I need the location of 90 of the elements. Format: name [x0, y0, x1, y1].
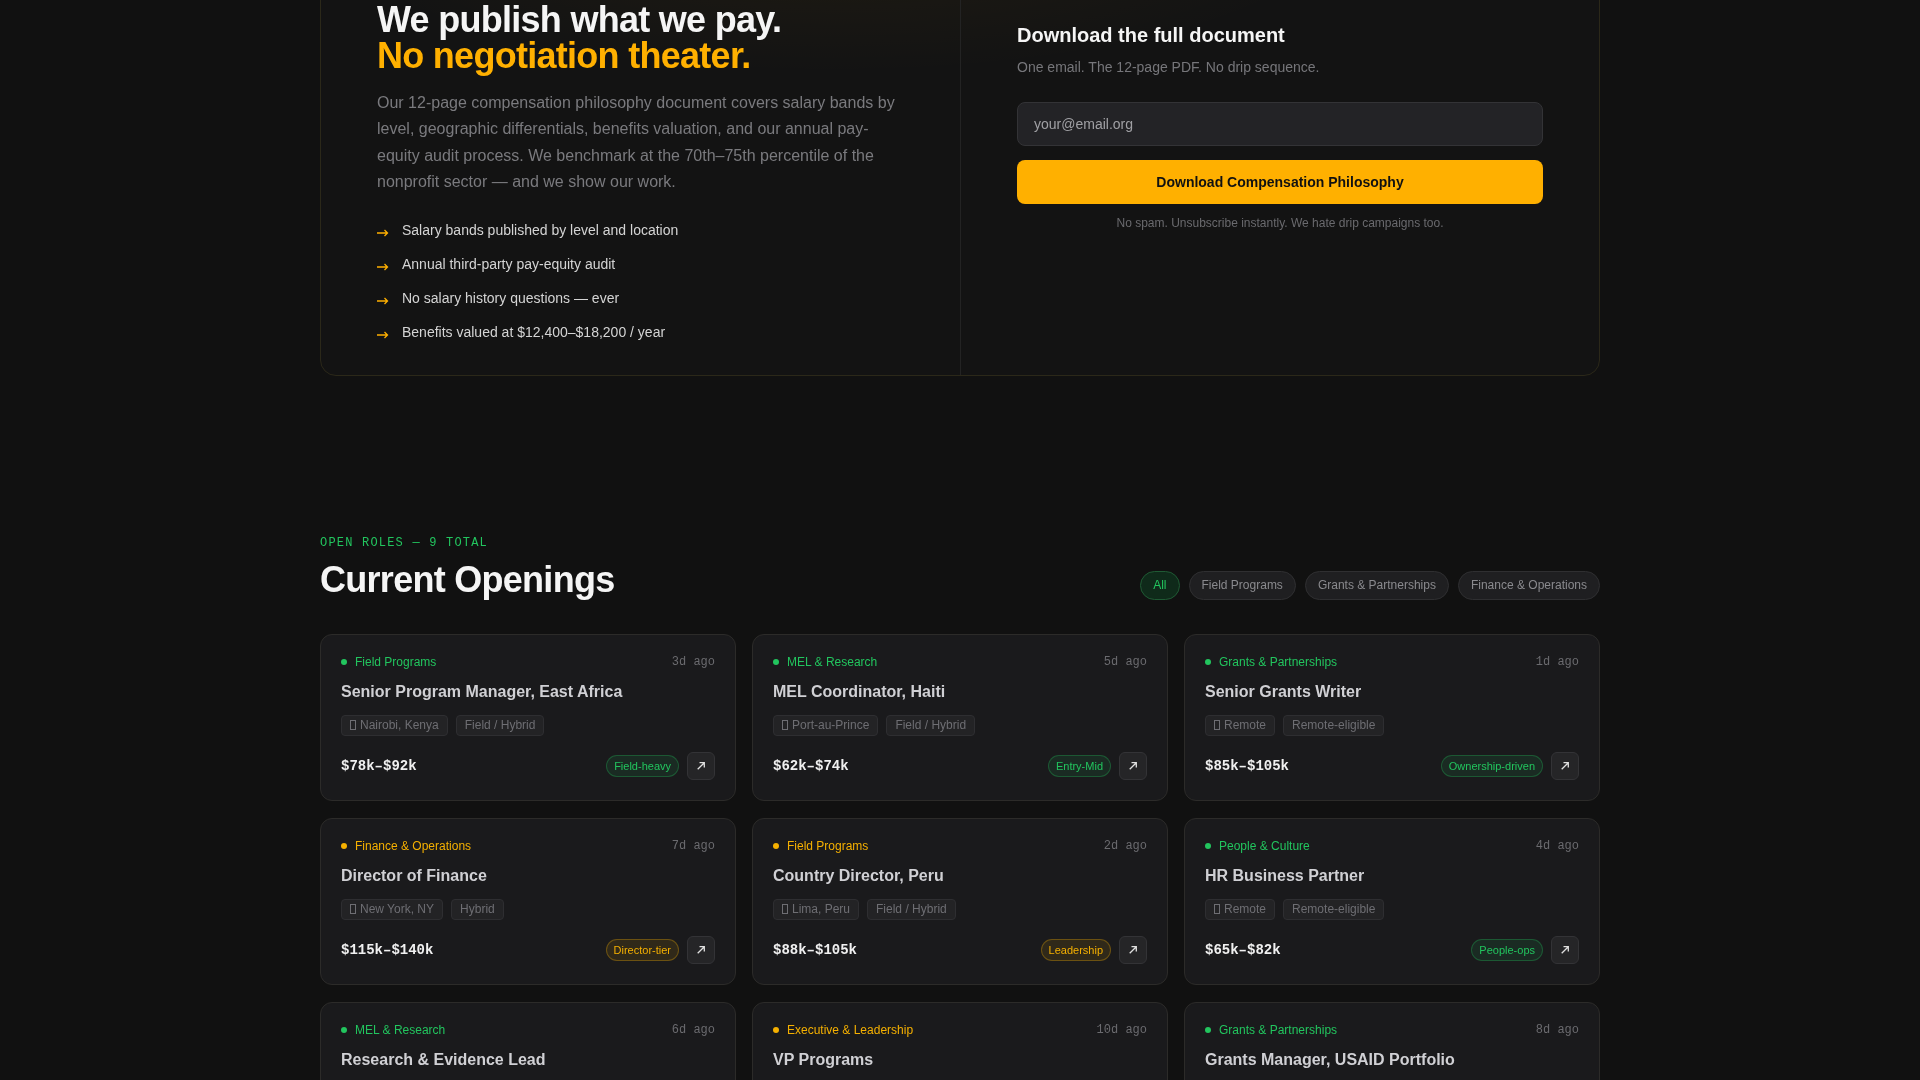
- location-label: Remote: [1224, 902, 1267, 917]
- location-label: New York, NY: [360, 902, 435, 917]
- salary-range: $88k–$105k: [773, 941, 857, 958]
- work-mode-tag: Hybrid: [451, 898, 504, 920]
- category-label: Grants & Partnerships: [1219, 1022, 1338, 1037]
- tier-badge: Leadership: [1040, 938, 1111, 961]
- category-label: Executive & Leadership: [787, 1022, 914, 1037]
- work-mode-tag: Remote-eligible: [1283, 714, 1385, 736]
- arrow-right-icon: [377, 262, 389, 271]
- filter-pill[interactable]: Field Programs: [1188, 570, 1296, 600]
- category-label: MEL & Research: [787, 654, 878, 669]
- salary-range: $65k–$82k: [1205, 941, 1281, 958]
- salary-range: $115k–$140k: [341, 941, 434, 958]
- posted-time: 3d ago: [671, 654, 715, 669]
- work-mode-tag: Remote-eligible: [1283, 898, 1385, 920]
- download-button[interactable]: Download Compensation Philosophy: [1017, 160, 1543, 204]
- category-label: Grants & Partnerships: [1219, 654, 1338, 669]
- job-title: Director of Finance: [341, 865, 488, 886]
- location-label: Port-au-Prince: [792, 718, 870, 733]
- location-label: Nairobi, Kenya: [360, 718, 439, 733]
- posted-time: 6d ago: [671, 1022, 715, 1037]
- open-role-button[interactable]: [1119, 751, 1147, 780]
- posted-time: 8d ago: [1535, 1022, 1579, 1037]
- section-title: Current Openings: [320, 559, 615, 600]
- open-role-button[interactable]: [687, 935, 715, 964]
- empty-box-icon: [782, 904, 788, 915]
- arrow-up-right-icon: [1561, 761, 1569, 770]
- job-title: Senior Program Manager, East Africa: [341, 681, 624, 702]
- arrow-right-icon: [377, 296, 389, 305]
- open-role-button[interactable]: [1551, 935, 1579, 964]
- empty-box-icon: [350, 904, 356, 915]
- empty-box-icon: [782, 720, 788, 731]
- job-title: Grants Manager, USAID Portfolio: [1205, 1049, 1456, 1070]
- tier-badge: Ownership-driven: [1440, 754, 1543, 777]
- location-label: Remote: [1224, 718, 1267, 733]
- headline: We publish what we pay.: [377, 2, 783, 38]
- posted-time: 5d ago: [1103, 654, 1147, 669]
- posted-time: 7d ago: [671, 838, 715, 853]
- job-title: MEL Coordinator, Haiti: [773, 681, 947, 702]
- benefit-text: No salary history questions — ever: [402, 288, 620, 308]
- salary-range: $62k–$74k: [773, 757, 849, 774]
- location-label: Lima, Peru: [792, 902, 851, 917]
- work-mode-tag: Field / Hybrid: [455, 714, 545, 736]
- open-role-button[interactable]: [687, 751, 715, 780]
- posted-time: 4d ago: [1535, 838, 1579, 853]
- benefit-text: Benefits valued at $12,400–$18,200 / year: [402, 322, 666, 342]
- tier-badge: Director-tier: [605, 938, 679, 961]
- job-title: Research & Evidence Lead: [341, 1049, 547, 1070]
- posted-time: 1d ago: [1535, 654, 1579, 669]
- email-field[interactable]: your@email.org: [1017, 102, 1543, 146]
- benefit-text: Annual third-party pay-equity audit: [402, 254, 616, 274]
- arrow-right-icon: [377, 228, 389, 237]
- category-label: Field Programs: [787, 838, 869, 853]
- arrow-up-right-icon: [697, 761, 705, 770]
- download-subtitle: One email. The 12-page PDF. No drip sequence.: [1017, 58, 1321, 77]
- tier-badge: Entry-Mid: [1047, 754, 1111, 777]
- job-title: Country Director, Peru: [773, 865, 945, 886]
- category-label: Finance & Operations: [355, 838, 472, 853]
- job-title: Senior Grants Writer: [1205, 681, 1363, 702]
- empty-box-icon: [1214, 720, 1220, 731]
- filter-pill[interactable]: Grants & Partnerships: [1304, 570, 1449, 600]
- arrow-up-right-icon: [1129, 945, 1137, 954]
- posted-time: 2d ago: [1103, 838, 1147, 853]
- arrow-up-right-icon: [1561, 945, 1569, 954]
- intro-paragraph: Our 12-page compensation philosophy document covers salary bands by level, geographic differentials, benefits valuation, and our annual pay-equity audit process. We benchmark at the 70th–75th percentile of the nonprofit sector — and we show our work.: [377, 93, 896, 193]
- open-role-button[interactable]: [1551, 751, 1579, 780]
- filter-pill[interactable]: All: [1140, 570, 1180, 600]
- arrow-up-right-icon: [1129, 761, 1137, 770]
- arrow-right-icon: [377, 330, 389, 339]
- tier-badge: Field-heavy: [606, 754, 679, 777]
- salary-range: $78k–$92k: [341, 757, 417, 774]
- job-title: HR Business Partner: [1205, 865, 1366, 886]
- work-mode-tag: Field / Hybrid: [867, 898, 956, 920]
- open-role-button[interactable]: [1119, 935, 1147, 964]
- empty-box-icon: [350, 720, 356, 731]
- work-mode-tag: Field / Hybrid: [886, 714, 976, 736]
- filter-pill[interactable]: Finance & Operations: [1457, 570, 1600, 600]
- section-eyebrow: OPEN ROLES — 9 TOTAL: [320, 534, 490, 551]
- benefit-text: Salary bands published by level and location: [402, 220, 679, 240]
- empty-box-icon: [1214, 904, 1220, 915]
- salary-range: $85k–$105k: [1205, 757, 1289, 774]
- job-title: VP Programs: [773, 1049, 875, 1070]
- posted-time: 10d ago: [1096, 1022, 1147, 1037]
- category-label: People & Culture: [1219, 838, 1310, 853]
- tier-badge: People-ops: [1471, 938, 1543, 961]
- arrow-up-right-icon: [697, 945, 705, 954]
- download-title: Download the full document: [1017, 23, 1286, 48]
- category-label: Field Programs: [355, 654, 437, 669]
- spam-note: No spam. Unsubscribe instantly. We hate drip campaigns too.: [1115, 215, 1445, 231]
- category-label: MEL & Research: [355, 1022, 446, 1037]
